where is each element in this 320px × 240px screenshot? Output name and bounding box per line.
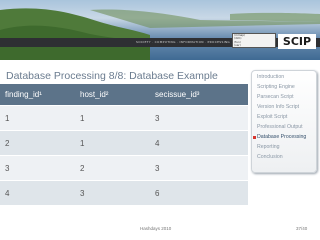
table-row: 2 1 4 [0, 130, 248, 156]
header-strip-text: SOCIETY · COMPUTING · INFORMATION · PROC… [136, 40, 231, 44]
column-header: finding_id¹ [0, 84, 75, 106]
column-header: host_id² [75, 84, 150, 106]
nav-item-scripting-engine[interactable]: Scripting Engine [257, 84, 295, 90]
section-nav: Introduction Scripting Engine Parsecan S… [251, 70, 317, 173]
nav-item-conclusion[interactable]: Conclusion [257, 154, 283, 160]
table-cell: 2 [0, 130, 75, 156]
table-row: 4 3 6 [0, 180, 248, 205]
logo-text: SCIP [282, 35, 312, 48]
table-cell: 4 [0, 180, 75, 205]
slide-title: Database Processing 8/8: Database Exampl… [6, 70, 218, 82]
table-cell: 2 [75, 155, 150, 181]
column-header: secissue_id³ [150, 84, 248, 106]
page-number: 37/40 [296, 226, 308, 231]
table-cell: 4 [150, 130, 248, 156]
findings-table: finding_id¹ host_id² secissue_id³ 1 1 3 … [0, 84, 248, 205]
nav-item-database-processing[interactable]: Database Processing [257, 134, 306, 140]
table-cell: 3 [0, 155, 75, 181]
table-cell: 1 [0, 105, 75, 131]
table-cell: 1 [75, 105, 150, 131]
active-bullet-icon [253, 136, 256, 139]
table-row: 3 2 3 [0, 155, 248, 181]
nav-item-version-info-script[interactable]: Version Info Script [257, 104, 299, 110]
landscape-photo [0, 8, 320, 60]
nav-item-introduction[interactable]: Introduction [257, 74, 284, 80]
table-row: 1 1 3 [0, 105, 248, 131]
header-info-box: (mmap) (dim) (fun) (var) [232, 33, 276, 48]
nav-item-reporting[interactable]: Reporting [257, 144, 280, 150]
scip-logo: SCIP [278, 34, 316, 49]
table-cell: 6 [150, 180, 248, 205]
table-header-row: finding_id¹ host_id² secissue_id³ [0, 84, 248, 106]
header-banner: SOCIETY · COMPUTING · INFORMATION · PROC… [0, 0, 320, 60]
nav-item-professional-output[interactable]: Professional Output [257, 124, 303, 130]
header-box-line: (var) [234, 43, 241, 48]
table-cell: 3 [150, 155, 248, 181]
footer-date: Hashdays 2010 [140, 226, 172, 231]
nav-item-exploit-script[interactable]: Exploit Script [257, 114, 287, 120]
table-cell: 1 [75, 130, 150, 156]
table-cell: 3 [150, 105, 248, 131]
table-cell: 3 [75, 180, 150, 205]
nav-item-parsecan-script[interactable]: Parsecan Script [257, 94, 294, 100]
